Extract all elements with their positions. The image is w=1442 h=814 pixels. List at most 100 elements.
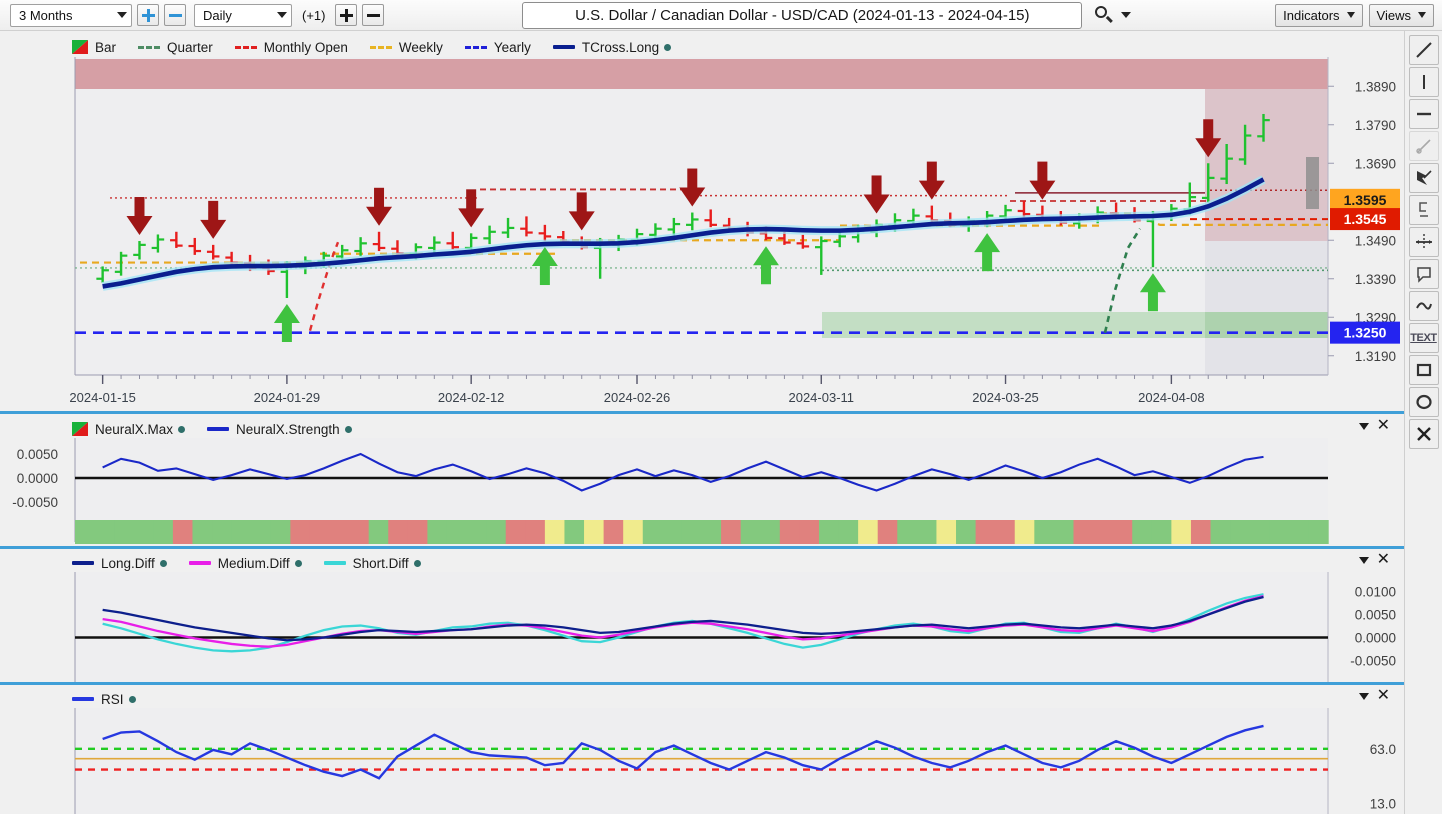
settings-dot-icon[interactable] [128,695,136,703]
ray-tool[interactable] [1408,131,1439,161]
svg-text:1.3390: 1.3390 [1355,272,1396,287]
legend-label: NeuralX.Max [95,421,174,437]
dashed-line-swatch-icon [234,45,257,49]
legend-item[interactable]: NeuralX.Strength [207,422,352,437]
close-icon[interactable]: ✕ [1377,688,1390,704]
settings-dot-icon[interactable] [294,559,302,567]
solid-line-swatch-icon [72,561,94,565]
crosshair-tool[interactable] [1408,227,1439,257]
forecast-offset-label: (+1) [302,7,326,23]
indicators-button[interactable]: Indicators [1275,3,1363,27]
settings-dot-icon[interactable] [159,559,167,567]
callout-tool[interactable] [1408,259,1439,289]
legend-item[interactable]: Monthly Open [234,40,348,55]
svg-text:63.0: 63.0 [1370,742,1396,757]
drawing-toolbar: TEXT [1404,31,1442,814]
settings-dot-icon[interactable] [178,425,186,433]
legend-item[interactable]: Yearly [464,40,531,55]
chevron-down-icon [1346,12,1355,18]
svg-text:2024-01-15: 2024-01-15 [69,390,136,405]
legend-item[interactable]: Medium.Diff [188,555,302,571]
neuralx-plot-area[interactable]: 0.0050 0.0000 -0.0050 [0,438,1404,546]
settings-dot-icon[interactable] [413,559,421,567]
chevron-down-icon[interactable] [1358,692,1369,700]
svg-text:1.3595: 1.3595 [1344,192,1387,208]
legend-item[interactable]: NeuralX.Max [72,421,186,437]
frequency-select[interactable]: Daily [194,3,292,27]
svg-text:1.3545: 1.3545 [1344,211,1387,227]
legend-item[interactable]: Short.Diff [323,555,421,571]
legend-label: RSI [101,691,124,707]
chevron-down-icon [117,12,127,18]
dashed-line-swatch-icon [138,45,161,49]
diff-panel: Long.Diff Medium.Diff Short.Diff ✕ 0.0100 0… [0,550,1404,682]
frequency-select-value: Daily [203,7,232,23]
add-bar-button[interactable] [335,4,358,26]
delete-tool[interactable] [1408,419,1439,449]
settings-dot-icon[interactable] [344,425,352,433]
neuralx-panel: NeuralX.Max NeuralX.Strength ✕ 0.0050 0.00… [0,416,1404,546]
horizontal-line-tool[interactable] [1408,99,1439,129]
settings-dot-icon[interactable] [664,43,672,51]
diff-plot-area[interactable]: 0.0100 0.0050 0.0000 -0.0050 [0,572,1404,682]
vertical-line-tool[interactable] [1408,67,1439,97]
chevron-down-icon[interactable] [1358,556,1369,564]
close-icon[interactable]: ✕ [1377,418,1390,434]
panel-divider[interactable] [0,546,1404,549]
legend-item[interactable]: Quarter [138,40,213,55]
diff-legend: Long.Diff Medium.Diff Short.Diff [72,554,443,572]
legend-label: Long.Diff [101,555,155,571]
svg-text:2024-04-08: 2024-04-08 [1138,390,1205,405]
legend-label: Short.Diff [352,555,409,571]
svg-text:0.0000: 0.0000 [1355,631,1396,646]
zoom-out-button[interactable] [164,4,186,26]
legend-item[interactable]: Long.Diff [72,556,167,571]
search-dropdown-icon[interactable] [1121,12,1132,18]
price-panel: Bar Quarter Monthly Open Weekly Yearly TCross… [0,31,1404,413]
range-select[interactable]: 3 Months [10,3,132,27]
legend-label: NeuralX.Strength [236,421,340,437]
svg-text:1.3490: 1.3490 [1355,233,1396,248]
indicators-label: Indicators [1283,7,1340,23]
legend-item[interactable]: RSI [72,692,136,707]
trendline-tool[interactable] [1408,35,1439,65]
legend-label: Medium.Diff [217,555,290,571]
zoom-in-button[interactable] [137,4,159,26]
chevron-down-icon[interactable] [1358,422,1369,430]
fibonacci-tool[interactable] [1408,195,1439,225]
svg-text:-0.0050: -0.0050 [12,495,58,510]
svg-text:1.3250: 1.3250 [1344,325,1387,341]
price-plot-area[interactable]: 1.3890 1.3790 1.3690 1.3490 1.3390 1.3290 1.31… [0,57,1404,413]
svg-text:13.0: 13.0 [1370,796,1396,811]
text-tool[interactable]: TEXT [1408,323,1439,353]
legend-item[interactable]: Weekly [369,40,443,55]
curve-tool[interactable] [1408,291,1439,321]
price-legend: Bar Quarter Monthly Open Weekly Yearly TCross… [72,38,693,56]
top-toolbar: 3 Months Daily (+1) U.S. Dollar / Canadi… [0,0,1442,31]
symbol-search-area: U.S. Dollar / Canadian Dollar - USD/CAD … [384,1,1269,29]
chevron-down-icon [1418,12,1426,18]
views-label: Views [1376,7,1411,23]
arrow-tool[interactable] [1408,163,1439,193]
svg-text:1.3190: 1.3190 [1355,349,1396,364]
dashed-line-swatch-icon [369,45,392,49]
panel-divider[interactable] [0,682,1404,685]
diff-panel-controls: ✕ [1358,552,1390,568]
chevron-down-icon [277,12,287,18]
solid-line-swatch-icon [207,427,230,431]
range-select-value: 3 Months [19,7,73,23]
search-icon[interactable] [1094,5,1114,25]
remove-bar-button[interactable] [362,4,385,26]
close-icon[interactable]: ✕ [1377,552,1390,568]
rectangle-tool[interactable] [1408,355,1439,385]
rsi-plot-area[interactable]: 63.0 13.0 [0,708,1404,814]
bar-swatch-icon [72,40,88,54]
panel-divider[interactable] [0,411,1404,414]
legend-item[interactable]: Bar [72,40,116,55]
svg-text:2024-01-29: 2024-01-29 [254,390,321,405]
symbol-input[interactable]: U.S. Dollar / Canadian Dollar - USD/CAD … [522,1,1083,29]
views-button[interactable]: Views [1368,3,1434,27]
ellipse-tool[interactable] [1408,387,1439,417]
svg-text:1.3790: 1.3790 [1355,118,1396,133]
legend-item[interactable]: TCross.Long [552,40,672,55]
